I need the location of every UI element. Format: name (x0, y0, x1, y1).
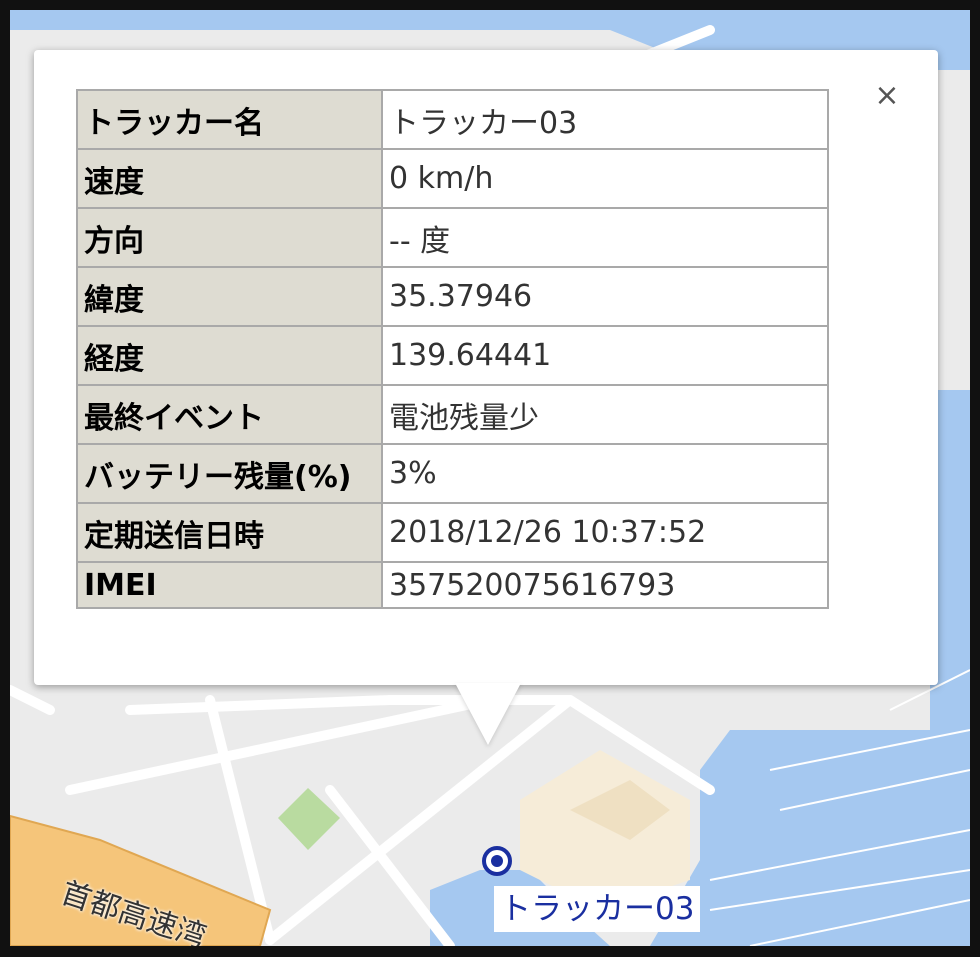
row-label: 速度 (76, 148, 383, 209)
table-row: トラッカー名 トラッカー03 (76, 89, 829, 150)
row-label: 経度 (76, 325, 383, 386)
table-row: 速度 0 km/h (76, 148, 829, 209)
row-label: 定期送信日時 (76, 502, 383, 563)
screenshot-frame: 首都高速湾 トラッカー03 × トラッカー名 トラッカー03 速度 0 km/h… (0, 0, 980, 957)
row-label: 最終イベント (76, 384, 383, 445)
row-label: 方向 (76, 207, 383, 268)
row-value: 2018/12/26 10:37:52 (381, 502, 829, 563)
table-row: 方向 -- 度 (76, 207, 829, 268)
table-row: 定期送信日時 2018/12/26 10:37:52 (76, 502, 829, 563)
table-row: IMEI 357520075616793 (76, 561, 829, 609)
info-window-pointer (455, 683, 521, 745)
row-value: トラッカー03 (381, 89, 829, 150)
row-value: 電池残量少 (381, 384, 829, 445)
row-value: 35.37946 (381, 266, 829, 327)
table-row: 最終イベント 電池残量少 (76, 384, 829, 445)
row-value: 0 km/h (381, 148, 829, 209)
row-value: 357520075616793 (381, 561, 829, 609)
table-row: バッテリー残量(%) 3% (76, 443, 829, 504)
tracker-marker-icon[interactable] (482, 846, 512, 876)
row-label: 緯度 (76, 266, 383, 327)
table-row: 経度 139.64441 (76, 325, 829, 386)
row-label: バッテリー残量(%) (76, 443, 383, 504)
row-value: 139.64441 (381, 325, 829, 386)
close-icon[interactable]: × (873, 80, 901, 112)
row-value: 3% (381, 443, 829, 504)
row-label: トラッカー名 (76, 89, 383, 150)
row-label: IMEI (76, 561, 383, 609)
row-value: -- 度 (381, 207, 829, 268)
tracker-info-table: トラッカー名 トラッカー03 速度 0 km/h 方向 -- 度 緯度 35.3… (76, 89, 829, 609)
marker-label[interactable]: トラッカー03 (494, 886, 701, 932)
table-row: 緯度 35.37946 (76, 266, 829, 327)
